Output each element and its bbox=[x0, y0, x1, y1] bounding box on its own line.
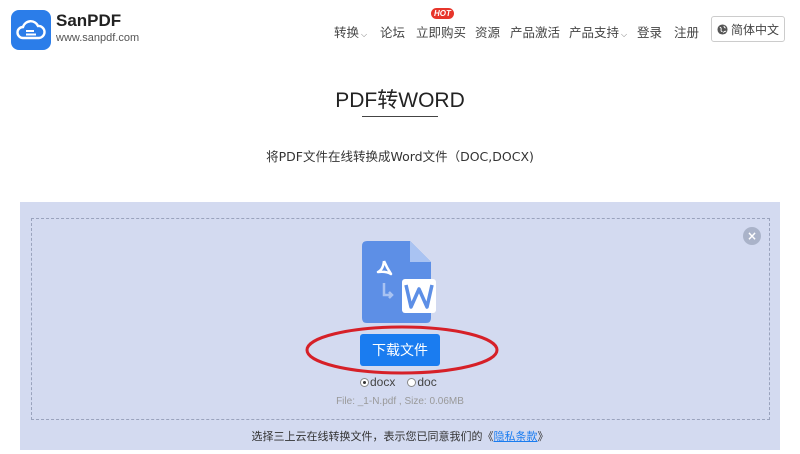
nav-forum[interactable]: 论坛 bbox=[380, 22, 405, 41]
radio-docx[interactable] bbox=[360, 378, 369, 388]
pdf-to-word-file-icon bbox=[362, 241, 438, 329]
nav-buy-now[interactable]: 立即购买 bbox=[416, 22, 466, 41]
cloud-logo-icon[interactable] bbox=[11, 10, 51, 50]
radio-doc[interactable] bbox=[407, 378, 417, 388]
nav-login[interactable]: 登录 bbox=[637, 22, 662, 41]
format-options: docx doc bbox=[360, 375, 437, 389]
globe-icon bbox=[717, 23, 728, 35]
nav-activate[interactable]: 产品激活 bbox=[510, 22, 560, 41]
chevron-down-icon: ⌵ bbox=[621, 30, 628, 39]
page-subtitle: 将PDF文件在线转换成Word文件（DOC,DOCX) bbox=[266, 149, 534, 164]
nav-convert-label: 转换 bbox=[334, 25, 360, 40]
header: SanPDF www.sanpdf.com 转换 ⌵ 论坛 立即购买 HOT 资源… bbox=[0, 0, 800, 60]
format-option-docx[interactable]: docx bbox=[360, 375, 395, 389]
nav-support[interactable]: 产品支持 ⌵ bbox=[569, 22, 627, 41]
nav-support-label: 产品支持 bbox=[569, 25, 620, 40]
nav-resources[interactable]: 资源 bbox=[475, 22, 500, 41]
agreement-suffix: 》 bbox=[537, 430, 549, 443]
hot-badge: HOT bbox=[431, 8, 454, 19]
privacy-policy-link[interactable]: 隐私条款 bbox=[494, 430, 538, 443]
title-underline bbox=[362, 116, 438, 117]
language-label: 简体中文 bbox=[730, 22, 779, 37]
close-icon[interactable]: × bbox=[743, 227, 761, 245]
nav-register[interactable]: 注册 bbox=[674, 22, 699, 41]
format-label-docx: docx bbox=[370, 375, 396, 389]
brand-url: www.sanpdf.com bbox=[56, 32, 140, 44]
agreement-text: 选择三上云在线转换文件，表示您已同意我们的《隐私条款》 bbox=[0, 428, 800, 444]
chevron-down-icon: ⌵ bbox=[361, 30, 368, 39]
agreement-prefix: 选择三上云在线转换文件，表示您已同意我们的《 bbox=[251, 430, 494, 443]
page-title: PDF转WORD bbox=[335, 89, 465, 112]
file-info: File: _1-N.pdf , Size: 0.06MB bbox=[336, 396, 464, 407]
highlight-ellipse bbox=[305, 325, 499, 375]
nav-convert[interactable]: 转换 ⌵ bbox=[334, 22, 367, 41]
language-selector[interactable]: 简体中文 bbox=[711, 16, 785, 42]
brand-name[interactable]: SanPDF bbox=[56, 11, 121, 31]
format-label-doc: doc bbox=[417, 375, 437, 389]
format-option-doc[interactable]: doc bbox=[407, 375, 437, 389]
